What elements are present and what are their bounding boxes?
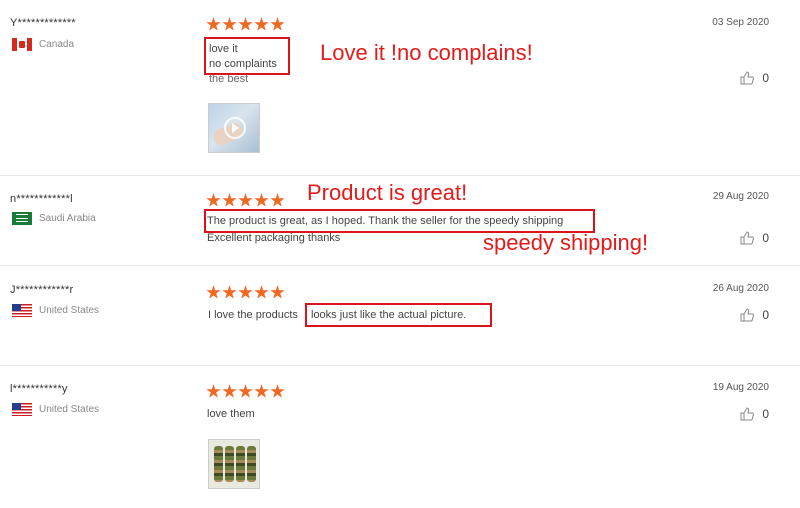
review-text-line: Excellent packaging thanks — [207, 232, 341, 244]
review-country: Canada — [12, 38, 74, 51]
review-date: 26 Aug 2020 — [712, 283, 769, 294]
star-rating — [206, 193, 285, 208]
star-icon — [270, 285, 285, 299]
star-icon — [238, 193, 253, 207]
highlight-box — [204, 37, 290, 75]
review-date: 29 Aug 2020 — [712, 191, 769, 202]
star-icon — [222, 285, 237, 299]
canada-flag-icon — [12, 38, 32, 51]
review-author: l***********y — [10, 383, 68, 395]
star-icon — [254, 17, 269, 31]
star-icon — [206, 17, 221, 31]
helpful-count: 0 — [762, 71, 769, 85]
annotation-product-great: Product is great! — [307, 180, 468, 205]
country-name: United States — [39, 404, 100, 415]
review-country: United States — [12, 403, 99, 416]
star-rating — [206, 285, 285, 300]
country-name: Saudi Arabia — [39, 213, 96, 224]
review-author: Y************* — [10, 17, 76, 29]
country-name: Canada — [39, 39, 75, 50]
play-icon — [224, 117, 246, 139]
saudi-arabia-flag-icon — [12, 212, 32, 225]
star-rating — [206, 17, 285, 32]
helpful-count: 0 — [762, 308, 769, 322]
us-flag-icon — [12, 403, 32, 416]
country-name: United States — [39, 305, 100, 316]
us-flag-icon — [12, 304, 32, 317]
review-photo-thumbnail[interactable] — [208, 439, 260, 489]
star-icon — [222, 384, 237, 398]
star-icon — [270, 384, 285, 398]
review-text-line: I love the products — [208, 309, 298, 321]
star-icon — [238, 384, 253, 398]
thumbs-up-icon — [740, 407, 755, 421]
helpful-count: 0 — [762, 231, 769, 245]
star-icon — [206, 193, 221, 207]
star-icon — [238, 17, 253, 31]
helpful-count: 0 — [762, 407, 769, 421]
star-rating — [206, 384, 285, 399]
helpful-button[interactable]: 0 — [740, 407, 769, 421]
review-country: Saudi Arabia — [12, 212, 96, 225]
star-icon — [270, 193, 285, 207]
star-icon — [254, 193, 269, 207]
annotation-love-it: Love it !no complains! — [320, 40, 533, 65]
review-country: United States — [12, 304, 99, 317]
star-icon — [238, 285, 253, 299]
highlight-box — [305, 303, 492, 327]
review-date: 19 Aug 2020 — [712, 382, 769, 393]
star-icon — [222, 193, 237, 207]
thumbs-up-icon — [740, 71, 755, 85]
review-video-thumbnail[interactable] — [208, 103, 260, 153]
thumbs-up-icon — [740, 308, 755, 322]
review-item: l***********y United States 19 Aug 2020 … — [0, 365, 800, 508]
review-text-line: love them — [207, 408, 255, 420]
review-author: J************r — [10, 284, 74, 296]
star-icon — [270, 17, 285, 31]
star-icon — [254, 285, 269, 299]
star-icon — [206, 285, 221, 299]
review-item: Y************* Canada 03 Sep 2020 love i… — [0, 0, 800, 176]
review-date: 03 Sep 2020 — [712, 17, 769, 28]
helpful-button[interactable]: 0 — [740, 231, 769, 245]
thumbs-up-icon — [740, 231, 755, 245]
annotation-speedy-shipping: speedy shipping! — [483, 230, 649, 255]
review-author: n************l — [10, 193, 73, 205]
star-icon — [206, 384, 221, 398]
star-icon — [254, 384, 269, 398]
helpful-button[interactable]: 0 — [740, 308, 769, 322]
star-icon — [222, 17, 237, 31]
helpful-button[interactable]: 0 — [740, 71, 769, 85]
